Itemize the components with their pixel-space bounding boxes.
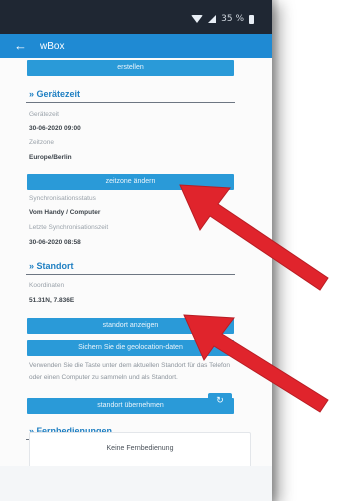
annotation-arrows (179, 184, 329, 413)
field-label-sync-time: Letzte Synchronisationszeit (29, 224, 109, 231)
field-label-sync-status: Synchronisationsstatus (29, 195, 96, 202)
battery-icon (249, 14, 254, 24)
create-button[interactable]: erstellen (27, 60, 234, 76)
section-divider (26, 102, 235, 103)
field-value-sync-status: Vom Handy / Computer (29, 209, 101, 216)
status-icons: 35 % (191, 12, 254, 26)
arrow-left-icon[interactable]: ← (14, 38, 27, 54)
field-label-geraetezeit: Gerätezeit (29, 111, 59, 118)
field-value-geraetezeit: 30-06-2020 09:00 (29, 125, 81, 132)
wifi-icon (191, 15, 204, 23)
signal-icon (208, 15, 217, 23)
status-bar: 35 % (0, 0, 272, 34)
field-value-sync-time: 30-06-2020 08:58 (29, 239, 81, 246)
app-bar: ← wBox (0, 34, 272, 58)
arrow-annotation-timezone (179, 184, 329, 291)
field-value-coordinates: 51.31N, 7.836E (29, 297, 75, 304)
arrow-annotation-location (183, 314, 329, 413)
section-title-standort: » Standort (29, 261, 74, 271)
section-title-geraetezeit: » Gerätezeit (29, 89, 81, 99)
field-label-coordinates: Koordinaten (29, 282, 65, 289)
field-label-zeitzone: Zeitzone (29, 139, 54, 146)
app-title: wBox (40, 41, 65, 52)
field-value-zeitzone: Europe/Berlin (29, 154, 72, 161)
battery-percent: 35 % (221, 14, 244, 24)
